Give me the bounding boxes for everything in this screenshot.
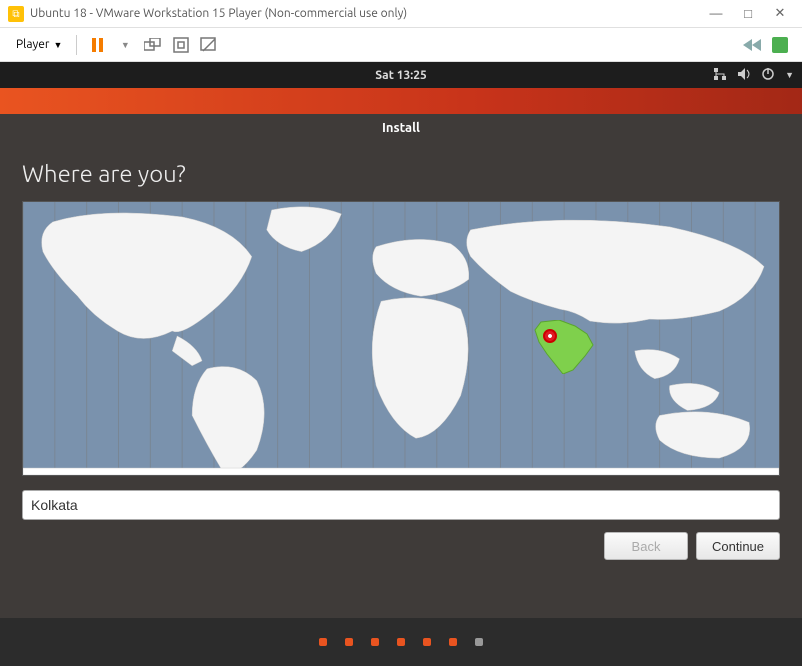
minimize-button[interactable]: — — [702, 4, 730, 24]
vmware-toolbar: Player ▼ ▼ — [0, 28, 802, 62]
progress-dot — [397, 638, 405, 646]
window-title-bar: ⧉ Ubuntu 18 - VMware Workstation 15 Play… — [0, 0, 802, 28]
chevron-down-icon: ▼ — [53, 40, 62, 50]
window-title: Ubuntu 18 - VMware Workstation 15 Player… — [30, 7, 698, 20]
progress-dot — [475, 638, 483, 646]
system-tray: ▼ — [713, 67, 794, 84]
heading-where-are-you: Where are you? — [22, 160, 780, 187]
button-row: Back Continue — [22, 532, 780, 560]
maximize-button[interactable]: □ — [734, 4, 762, 24]
location-input[interactable] — [22, 490, 780, 520]
ubuntu-top-bar: Sat 13:25 ▼ — [0, 62, 802, 88]
back-button[interactable]: Back — [604, 532, 688, 560]
installer-body: Where are you? — [0, 142, 802, 618]
continue-button[interactable]: Continue — [696, 532, 780, 560]
location-marker-icon — [543, 329, 557, 343]
send-keys-icon — [144, 38, 162, 52]
pause-icon — [92, 38, 103, 52]
installer-title: Install — [0, 114, 802, 142]
progress-dot — [449, 638, 457, 646]
progress-dot — [319, 638, 327, 646]
close-button[interactable]: ✕ — [766, 4, 794, 24]
player-menu-label: Player — [16, 38, 49, 51]
unity-mode-button[interactable] — [197, 33, 221, 57]
pause-vm-button[interactable] — [85, 33, 109, 57]
cycle-multiple-monitors-button[interactable] — [740, 33, 764, 57]
progress-dot — [423, 638, 431, 646]
power-icon[interactable] — [761, 67, 775, 84]
unity-icon — [200, 37, 218, 53]
clock[interactable]: Sat 13:25 — [375, 69, 426, 82]
toolbar-separator — [76, 35, 77, 55]
guest-screen: Sat 13:25 ▼ Install Where are you? — [0, 62, 802, 666]
power-dropdown-button[interactable]: ▼ — [113, 33, 137, 57]
network-icon[interactable] — [713, 67, 727, 84]
world-map-graphic — [23, 202, 779, 475]
fullscreen-button[interactable] — [169, 33, 193, 57]
progress-dot — [345, 638, 353, 646]
installer-progress-dots — [0, 618, 802, 666]
rewind-icon — [743, 39, 761, 51]
volume-icon[interactable] — [737, 67, 751, 84]
progress-dot — [371, 638, 379, 646]
manage-notes-button[interactable] — [768, 33, 792, 57]
timezone-map[interactable] — [22, 201, 780, 476]
player-menu[interactable]: Player ▼ — [8, 34, 70, 55]
vmware-app-icon: ⧉ — [8, 6, 24, 22]
note-icon — [772, 37, 788, 53]
orange-band — [0, 88, 802, 114]
chevron-down-icon[interactable]: ▼ — [785, 70, 794, 80]
send-ctrl-alt-del-button[interactable] — [141, 33, 165, 57]
fullscreen-icon — [173, 37, 189, 53]
